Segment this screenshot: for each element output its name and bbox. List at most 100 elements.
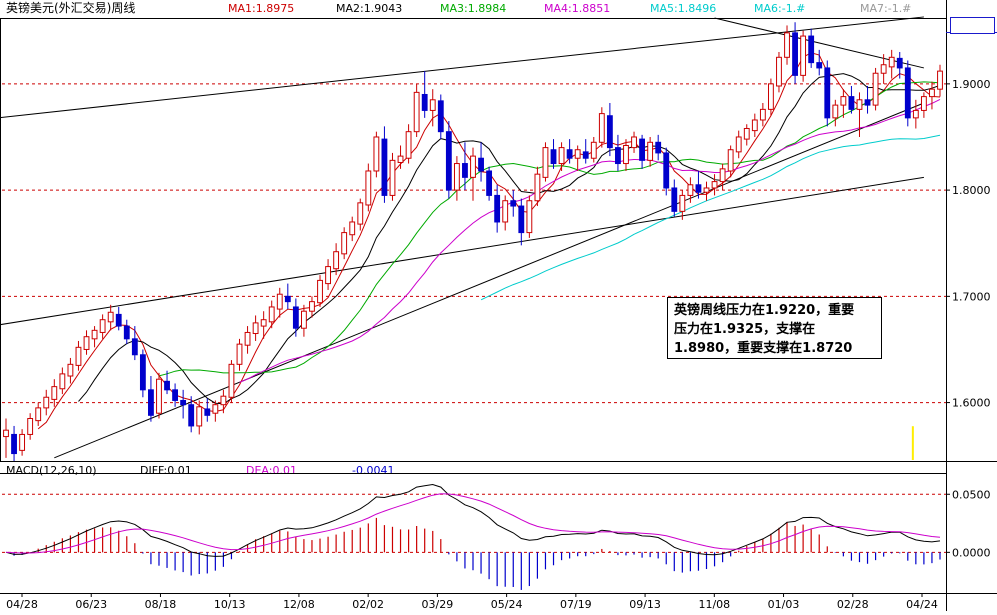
- candle-body-down: [421, 93, 428, 111]
- macd-value-label: -0.0041: [352, 464, 394, 477]
- candle-body-up: [880, 64, 887, 74]
- candle-body-down: [864, 99, 871, 106]
- candle-body-up: [751, 119, 758, 132]
- candle-body-up: [542, 147, 549, 178]
- x-tick-label: 11/08: [698, 598, 730, 611]
- candle-body-down: [284, 295, 291, 303]
- candle: [800, 30, 807, 82]
- candle-body-up: [389, 159, 396, 196]
- annotation-box: 英镑周线压力在1.9220，重要 压力在1.9325，支撑在 1.8980，重要…: [667, 297, 882, 359]
- candle-body-down: [606, 115, 613, 149]
- candle-body-down: [792, 32, 798, 76]
- candle-body-down: [204, 408, 211, 416]
- candle-body-down: [695, 184, 702, 193]
- annotation-line-2: 压力在1.9325，支撑在: [674, 322, 816, 337]
- candle-body-up: [920, 96, 927, 111]
- annotation-line-3: 1.8980，重要支撑在1.8720: [674, 341, 853, 356]
- candle-body-up: [888, 56, 895, 68]
- y-tick-label: 1.9000: [952, 78, 991, 91]
- x-tick-label: 09/13: [629, 598, 661, 611]
- candle-body-down: [582, 151, 589, 159]
- scroll-indicator[interactable]: [950, 17, 995, 34]
- candle-body-up: [502, 200, 509, 223]
- macd-dea-label: DEA:0.01: [246, 464, 297, 477]
- candle-body-down: [478, 157, 484, 172]
- candle-body-down: [180, 399, 187, 406]
- candle-body-up: [598, 113, 605, 143]
- x-tick-label: 07/19: [560, 598, 592, 611]
- candle-body-down: [808, 35, 815, 64]
- candle: [904, 60, 911, 127]
- candle-body-up: [91, 329, 98, 340]
- candle-body-up: [784, 32, 790, 58]
- x-tick-label: 02/02: [352, 598, 384, 611]
- candle-body-up: [341, 232, 348, 255]
- candle-body-down: [115, 313, 122, 327]
- candle-body-up: [27, 418, 34, 435]
- candle: [542, 142, 549, 182]
- y-tick-label: 1.6000: [952, 397, 991, 410]
- candle-body-up: [776, 56, 782, 87]
- annotation-line-1: 英镑周线压力在1.9220，重要: [674, 303, 855, 318]
- y-tick-label: 1.7000: [952, 290, 991, 303]
- candle-body-up: [67, 363, 74, 377]
- candle: [445, 121, 452, 199]
- candle-body-down: [566, 149, 573, 159]
- candle-body-down: [816, 62, 823, 69]
- candle-body-down: [11, 433, 17, 455]
- candle-body-up: [196, 406, 203, 427]
- candle-body-up: [365, 170, 372, 206]
- candle-body-up: [832, 104, 839, 119]
- candle: [365, 163, 372, 212]
- candle-body-down: [904, 67, 911, 119]
- candle-body-down: [148, 389, 154, 416]
- candle-body-up: [647, 141, 654, 161]
- x-tick-label: 10/13: [214, 598, 246, 611]
- candle-body-up: [872, 72, 879, 106]
- candle-body-up: [856, 99, 863, 110]
- candle-body-down: [437, 100, 444, 133]
- candle-body-down: [615, 147, 621, 165]
- candle-body-up: [759, 108, 766, 121]
- ma-legend-4: MA4:1.8851: [544, 2, 610, 15]
- candle-body-up: [357, 202, 364, 225]
- candle-body-up: [703, 187, 710, 193]
- ma-legend-5: MA5:1.8496: [650, 2, 716, 15]
- candle-body-up: [276, 293, 283, 310]
- x-tick-label: 03/29: [422, 598, 454, 611]
- candle-body-up: [252, 322, 259, 335]
- candle: [776, 51, 782, 93]
- candle-body-down: [462, 163, 468, 178]
- candle-body-up: [220, 395, 227, 406]
- candle-body-up: [429, 99, 436, 111]
- candle: [824, 60, 831, 127]
- candle-body-down: [381, 138, 388, 196]
- candle-body-up: [719, 168, 726, 183]
- candle-body-down: [518, 205, 525, 234]
- candle: [389, 152, 396, 201]
- candle-body-up: [590, 141, 597, 159]
- macd-y-tick-label: 0.0000: [952, 546, 991, 559]
- candle-body-up: [727, 149, 734, 172]
- candle-body-up: [300, 310, 307, 329]
- x-tick-label: 01/03: [768, 598, 800, 611]
- candle-body-up: [679, 194, 686, 212]
- ma-legend-1: MA1:1.8975: [228, 2, 294, 15]
- candle-body-down: [639, 138, 646, 161]
- candle-body-up: [574, 149, 581, 159]
- macd-y-tick-label: 0.0500: [952, 488, 991, 501]
- x-tick-label: 08/18: [145, 598, 177, 611]
- ma-legend-3: MA3:1.8984: [440, 2, 506, 15]
- candle-body-up: [317, 279, 323, 304]
- candle-body-up: [397, 155, 404, 163]
- candle-body-up: [929, 88, 935, 98]
- candle-body-up: [19, 433, 26, 451]
- candle-body-down: [445, 131, 452, 191]
- x-tick-label: 04/28: [6, 598, 38, 611]
- candle-body-up: [156, 378, 162, 414]
- y-tick-label: 1.8000: [952, 184, 991, 197]
- ma-legend-6: MA6:-1.#: [754, 2, 805, 15]
- candle-body-up: [212, 404, 219, 414]
- candle-body-down: [655, 141, 662, 154]
- ma-legend-7: MA7:-1.#: [860, 2, 911, 15]
